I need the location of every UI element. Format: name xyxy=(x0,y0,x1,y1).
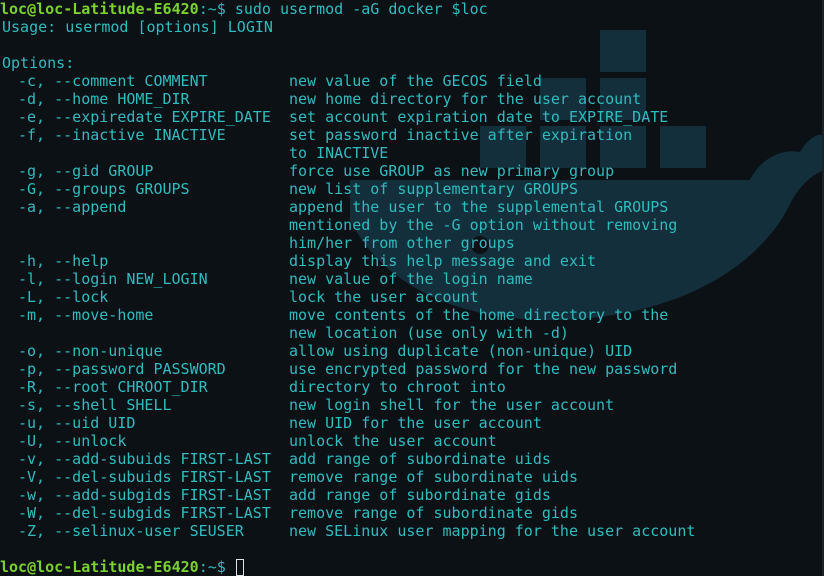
option-description: add range of subordinate uids xyxy=(289,450,551,468)
option-description: new location (use only with -d) xyxy=(289,324,569,342)
option-row: -a, --append append the user to the suppl… xyxy=(0,198,824,216)
option-row: -w, --add-subgids FIRST-LAST add range of… xyxy=(0,486,824,504)
option-description: new UID for the user account xyxy=(289,414,542,432)
option-row: -d, --home HOME_DIR new home directory fo… xyxy=(0,90,824,108)
option-description: new SELinux user mapping for the user ac… xyxy=(289,522,696,540)
option-description: to INACTIVE xyxy=(289,144,389,162)
option-description: set account expiration date to EXPIRE_DA… xyxy=(289,108,669,126)
option-description: display this help message and exit xyxy=(289,252,597,270)
prompt-user-host: loc@loc-Latitude-E6420 xyxy=(0,558,199,576)
options-list: -c, --comment COMMENT new value of the GE… xyxy=(0,72,824,540)
usage-line: Usage: usermod [options] LOGIN xyxy=(2,18,273,36)
option-flag: -f, --inactive INACTIVE xyxy=(18,126,226,144)
option-flag: -g, --gid GROUP xyxy=(18,162,154,180)
option-flag: -p, --password PASSWORD xyxy=(18,360,226,378)
command-line: loc@loc-Latitude-E6420: ~ $ sudo usermod -… xyxy=(0,0,824,18)
option-flag: -d, --home HOME_DIR xyxy=(18,90,190,108)
option-row: -W, --del-subgids FIRST-LAST remove range… xyxy=(0,504,824,522)
option-description: unlock the user account xyxy=(289,432,497,450)
option-description: append the user to the supplemental GROU… xyxy=(289,198,669,216)
terminal-output: loc@loc-Latitude-E6420: ~ $ sudo usermod -… xyxy=(0,0,824,576)
option-flag: -V, --del-subuids FIRST-LAST xyxy=(18,468,271,486)
option-flag: -W, --del-subgids FIRST-LAST xyxy=(18,504,271,522)
active-prompt-line[interactable]: loc@loc-Latitude-E6420: ~ $ xyxy=(0,558,824,576)
options-header: Options: xyxy=(2,54,75,72)
option-description: new value of the login name xyxy=(289,270,533,288)
option-description: move contents of the home directory to t… xyxy=(289,306,669,324)
prompt-symbol: $ xyxy=(216,558,226,576)
option-row: -p, --password PASSWORD use encrypted pas… xyxy=(0,360,824,378)
option-row: -v, --add-subuids FIRST-LAST add range of… xyxy=(0,450,824,468)
prompt-path: ~ xyxy=(207,558,217,576)
option-description: new list of supplementary GROUPS xyxy=(289,180,578,198)
option-row: -m, --move-home move contents of the home… xyxy=(0,306,824,324)
option-description: mentioned by the -G option without remov… xyxy=(289,216,678,234)
option-row: mentioned by the -G option without remov… xyxy=(0,216,824,234)
option-row: new location (use only with -d) xyxy=(0,324,824,342)
prompt-user-host: loc@loc-Latitude-E6420 xyxy=(0,0,199,18)
option-description: directory to chroot into xyxy=(289,378,506,396)
option-description: him/her from other groups xyxy=(289,234,515,252)
option-flag: -G, --groups GROUPS xyxy=(18,180,190,198)
option-description: new value of the GECOS field xyxy=(289,72,542,90)
text-cursor[interactable] xyxy=(235,558,244,576)
option-row: -o, --non-unique allow using duplicate (n… xyxy=(0,342,824,360)
option-row: -s, --shell SHELL new login shell for the… xyxy=(0,396,824,414)
option-row: -L, --lock lock the user account xyxy=(0,288,824,306)
option-row: -G, --groups GROUPS new list of supplemen… xyxy=(0,180,824,198)
option-flag: -m, --move-home xyxy=(18,306,154,324)
option-flag: -o, --non-unique xyxy=(18,342,163,360)
option-flag: -c, --comment COMMENT xyxy=(18,72,208,90)
option-row: to INACTIVE xyxy=(0,144,824,162)
option-flag: -R, --root CHROOT_DIR xyxy=(18,378,208,396)
option-row: -g, --gid GROUP force use GROUP as new pr… xyxy=(0,162,824,180)
prompt-separator: : xyxy=(198,558,208,576)
option-row: -R, --root CHROOT_DIR directory to chroot… xyxy=(0,378,824,396)
option-description: use encrypted password for the new passw… xyxy=(289,360,678,378)
option-row: -Z, --selinux-user SEUSER new SELinux use… xyxy=(0,522,824,540)
option-row: -V, --del-subuids FIRST-LAST remove range… xyxy=(0,468,824,486)
option-flag: -v, --add-subuids FIRST-LAST xyxy=(18,450,271,468)
option-description: force use GROUP as new primary group xyxy=(289,162,615,180)
option-description: remove range of subordinate gids xyxy=(289,504,578,522)
option-flag: -l, --login NEW_LOGIN xyxy=(18,270,208,288)
prompt-path: ~ xyxy=(207,0,217,18)
option-description: new login shell for the user account xyxy=(289,396,615,414)
option-row: -u, --uid UID new UID for the user accoun… xyxy=(0,414,824,432)
option-flag: -Z, --selinux-user SEUSER xyxy=(18,522,244,540)
option-description: lock the user account xyxy=(289,288,479,306)
option-flag: -w, --add-subgids FIRST-LAST xyxy=(18,486,271,504)
option-row: -f, --inactive INACTIVE set password inac… xyxy=(0,126,824,144)
option-row: -U, --unlock unlock the user account xyxy=(0,432,824,450)
option-flag: -h, --help xyxy=(18,252,109,270)
option-row: -l, --login NEW_LOGIN new value of the lo… xyxy=(0,270,824,288)
option-flag: -a, --append xyxy=(18,198,127,216)
prompt-separator: : xyxy=(198,0,208,18)
option-description: set password inactive after expiration xyxy=(289,126,633,144)
prompt-symbol: $ xyxy=(216,0,226,18)
terminal-window[interactable]: loc@loc-Latitude-E6420: ~ $ sudo usermod -… xyxy=(0,0,824,576)
option-flag: -L, --lock xyxy=(18,288,109,306)
option-description: new home directory for the user account xyxy=(289,90,642,108)
command-text: sudo usermod -aG docker $loc xyxy=(234,0,488,18)
option-flag: -u, --uid UID xyxy=(18,414,136,432)
option-row: him/her from other groups xyxy=(0,234,824,252)
option-flag: -e, --expiredate EXPIRE_DATE xyxy=(18,108,271,126)
option-row: -e, --expiredate EXPIRE_DATE set account … xyxy=(0,108,824,126)
option-description: allow using duplicate (non-unique) UID xyxy=(289,342,633,360)
option-flag: -U, --unlock xyxy=(18,432,127,450)
option-row: -h, --help display this help message and … xyxy=(0,252,824,270)
option-description: add range of subordinate gids xyxy=(289,486,551,504)
option-flag: -s, --shell SHELL xyxy=(18,396,172,414)
option-description: remove range of subordinate uids xyxy=(289,468,578,486)
option-row: -c, --comment COMMENT new value of the GE… xyxy=(0,72,824,90)
